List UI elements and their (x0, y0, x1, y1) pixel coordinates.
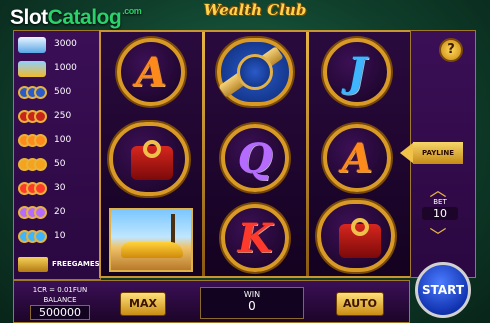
ring-icon (18, 109, 47, 124)
arrow-left-icon (400, 142, 414, 164)
symbol-a: A (323, 124, 391, 192)
yacht-icon (18, 37, 46, 53)
ring-gift-symbol (109, 122, 189, 196)
letter-q-icon (18, 205, 47, 220)
letter-a-icon (18, 133, 47, 148)
letter-k-icon (18, 181, 47, 196)
symbol-q: Q (221, 124, 289, 192)
paytable-row: 3000 (18, 37, 98, 53)
reel-3: J A (309, 32, 410, 276)
watch-icon (18, 85, 47, 100)
start-button[interactable]: START (415, 262, 471, 318)
reel-1: A (101, 32, 202, 276)
payline-indicator: PAYLINE (400, 142, 463, 164)
car-icon (18, 61, 46, 77)
autoplay-button[interactable]: AUTO (336, 292, 384, 316)
bet-display: BET 10 (422, 198, 458, 222)
reel-2: Q K (205, 32, 306, 276)
paytable-row: 250 (18, 109, 98, 125)
symbol-k: K (221, 204, 289, 272)
paytable-row: 500 (18, 85, 98, 101)
letter-j-blue-icon (18, 229, 47, 244)
treasure-chest-icon (18, 257, 48, 272)
paytable-row: 20 (18, 205, 98, 221)
watch-symbol (217, 38, 293, 106)
max-bet-button[interactable]: MAX (120, 292, 166, 316)
balance-label: BALANCE (43, 296, 77, 304)
help-button[interactable]: ? (439, 38, 463, 62)
win-display: WIN 0 (200, 287, 304, 319)
balance-value: 500000 (30, 305, 90, 320)
paytable-row: 1000 (18, 61, 98, 77)
paytable-row: 50 (18, 157, 98, 173)
credit-rate: 1CR = 0.01FUN (32, 286, 88, 294)
slotcatalog-watermark: SlotCatalog.com (10, 6, 142, 29)
symbol-a: A (117, 38, 185, 106)
letter-j-icon (18, 157, 47, 172)
symbol-j: J (323, 38, 391, 106)
game-title: Wealth Club (203, 1, 307, 19)
paytable-row: 100 (18, 133, 98, 149)
ring-gift-symbol (317, 200, 395, 272)
paytable-row: 30 (18, 181, 98, 197)
freegames-row: FREEGAMES (18, 257, 100, 273)
car-symbol (109, 208, 193, 272)
paytable: 3000 1000 500 250 100 50 30 20 10 FREEGA… (13, 30, 101, 280)
paytable-row: 10 (18, 229, 98, 245)
reel-area: A Q K J A (99, 30, 410, 278)
